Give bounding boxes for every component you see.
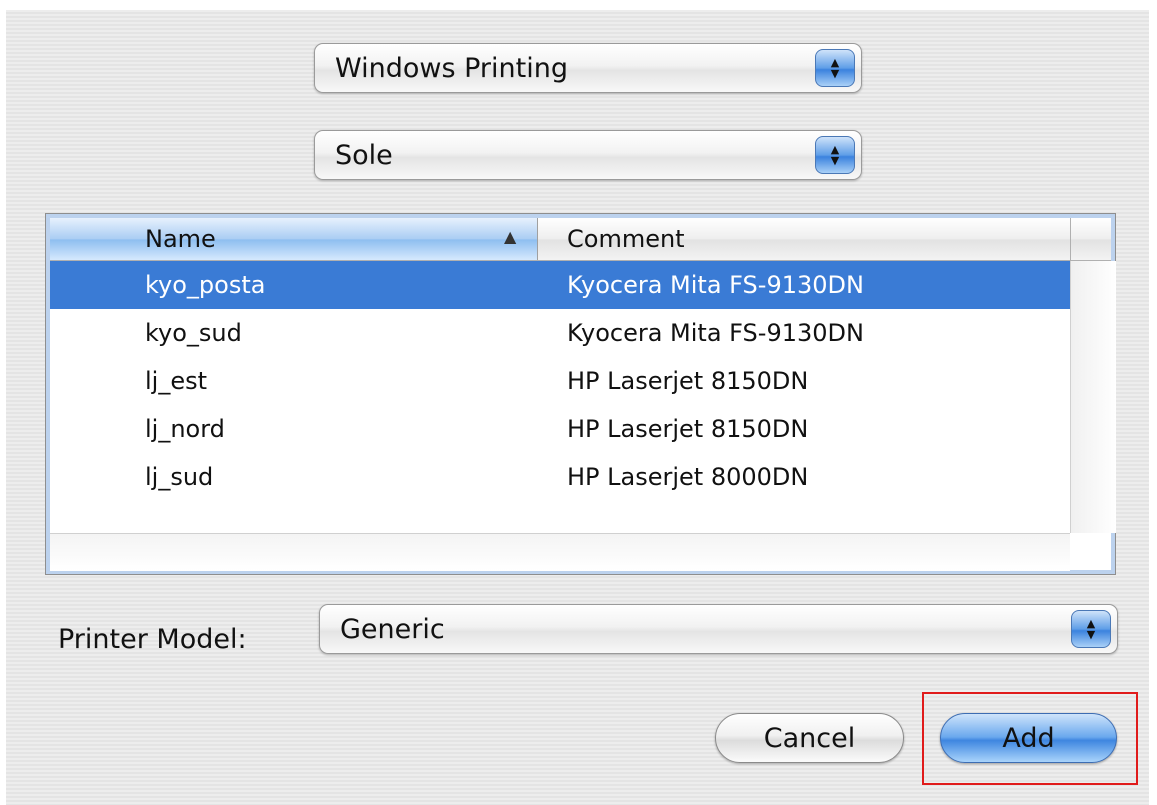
table-row[interactable]: kyo_posta Kyocera Mita FS-9130DN bbox=[50, 261, 1111, 309]
printer-name: lj_nord bbox=[145, 415, 225, 443]
printer-list[interactable]: Name ▲ Comment kyo_posta Kyocera Mita FS… bbox=[45, 213, 1116, 575]
printer-comment: Kyocera Mita FS-9130DN bbox=[567, 319, 864, 347]
column-header-comment[interactable]: Comment bbox=[567, 225, 685, 253]
printer-model-popup[interactable]: Generic ▲ ▼ bbox=[319, 604, 1118, 654]
table-body: kyo_posta Kyocera Mita FS-9130DN kyo_sud… bbox=[50, 261, 1111, 501]
printer-name: kyo_sud bbox=[145, 319, 242, 347]
popup-arrows-icon: ▲ ▼ bbox=[1071, 610, 1111, 648]
sort-ascending-icon: ▲ bbox=[504, 227, 517, 246]
printer-name: lj_est bbox=[145, 367, 208, 395]
printer-comment: Kyocera Mita FS-9130DN bbox=[567, 271, 864, 299]
connection-type-popup[interactable]: Windows Printing ▲ ▼ bbox=[314, 43, 862, 93]
table-row[interactable]: kyo_sud Kyocera Mita FS-9130DN bbox=[50, 309, 1111, 357]
printer-comment: HP Laserjet 8150DN bbox=[567, 415, 809, 443]
workgroup-popup[interactable]: Sole ▲ ▼ bbox=[314, 130, 862, 180]
printer-model-value: Generic bbox=[340, 613, 445, 645]
workgroup-value: Sole bbox=[335, 139, 393, 171]
printer-model-label: Printer Model: bbox=[58, 624, 247, 655]
table-row[interactable]: lj_est HP Laserjet 8150DN bbox=[50, 357, 1111, 405]
table-row[interactable]: lj_nord HP Laserjet 8150DN bbox=[50, 405, 1111, 453]
horizontal-scrollbar[interactable] bbox=[50, 533, 1070, 571]
add-button[interactable]: Add bbox=[940, 713, 1117, 763]
table-row[interactable]: lj_sud HP Laserjet 8000DN bbox=[50, 453, 1111, 501]
popup-arrows-icon: ▲ ▼ bbox=[815, 49, 855, 87]
printer-comment: HP Laserjet 8150DN bbox=[567, 367, 809, 395]
column-header-name[interactable]: Name ▲ bbox=[50, 218, 538, 260]
table-header: Name ▲ Comment bbox=[50, 218, 1111, 261]
vertical-scrollbar[interactable] bbox=[1070, 261, 1116, 533]
cancel-button[interactable]: Cancel bbox=[715, 713, 904, 763]
connection-type-value: Windows Printing bbox=[335, 52, 568, 84]
printer-name: kyo_posta bbox=[145, 271, 266, 299]
popup-arrows-icon: ▲ ▼ bbox=[815, 136, 855, 174]
printer-name: lj_sud bbox=[145, 463, 214, 491]
printer-comment: HP Laserjet 8000DN bbox=[567, 463, 809, 491]
